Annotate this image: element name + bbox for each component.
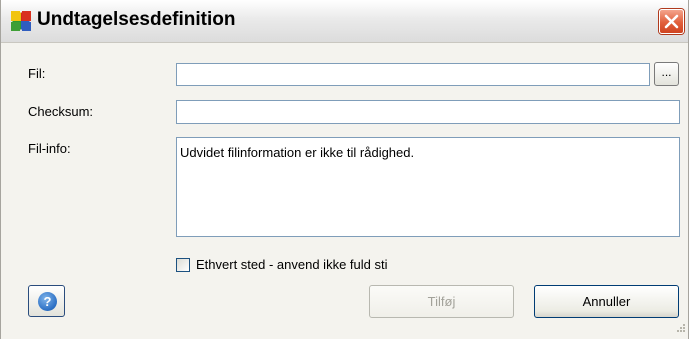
add-button[interactable]: Tilføj [369,285,514,318]
app-icon [11,11,31,31]
anywhere-checkbox[interactable] [176,258,190,272]
checksum-input[interactable] [176,100,680,124]
window-title: Undtagelsesdefinition [37,9,236,30]
fileinfo-label: Fil-info: [28,141,71,156]
file-label: Fil: [28,66,46,81]
resize-grip-icon[interactable] [673,322,686,335]
fileinfo-textarea[interactable]: Udvidet filinformation er ikke til rådig… [176,137,680,237]
checksum-label: Checksum: [28,104,94,119]
dialog-window: Undtagelsesdefinition Fil: ... Checksum:… [0,0,689,339]
file-input[interactable] [176,63,650,86]
close-icon [664,14,679,29]
cancel-button[interactable]: Annuller [534,285,679,318]
question-icon: ? [38,292,57,311]
anywhere-checkbox-label[interactable]: Ethvert sted - anvend ikke fuld sti [196,257,387,272]
browse-button[interactable]: ... [654,62,679,86]
help-button[interactable]: ? [28,285,65,317]
close-button[interactable] [659,9,684,34]
title-bar[interactable]: Undtagelsesdefinition [1,0,688,43]
